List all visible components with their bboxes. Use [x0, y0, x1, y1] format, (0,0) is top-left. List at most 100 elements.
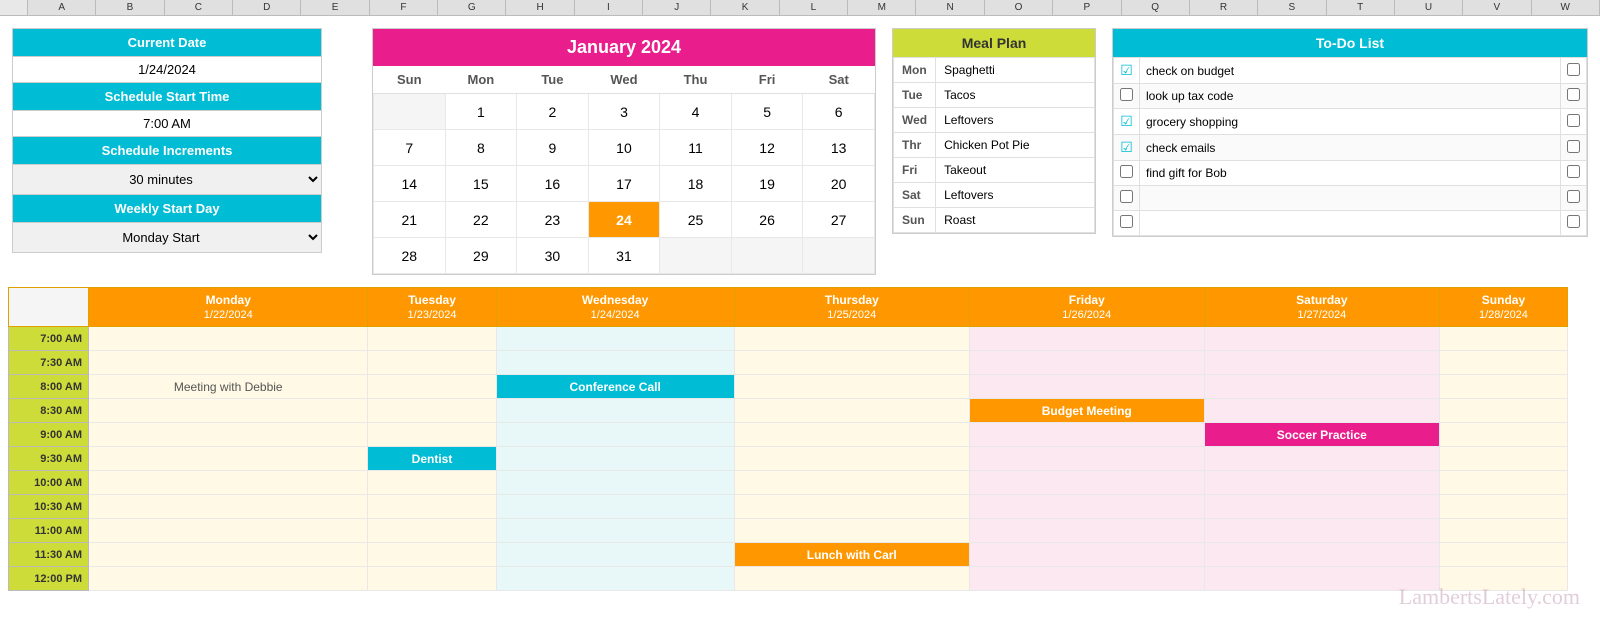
- todo-checkbox[interactable]: [1120, 190, 1133, 203]
- schedule-time-row: 8:30 AMBudget Meeting: [9, 399, 1568, 423]
- todo-right-check[interactable]: [1561, 135, 1587, 161]
- schedule-event-cell: [969, 423, 1204, 447]
- meal-row: MonSpaghetti: [894, 58, 1095, 83]
- todo-right-check[interactable]: [1561, 84, 1587, 109]
- schedule-event-cell: [89, 543, 368, 567]
- todo-box: To-Do List ☑check on budgetlook up tax c…: [1112, 28, 1588, 237]
- col-header-K: K: [711, 0, 779, 15]
- todo-right-checkbox[interactable]: [1567, 63, 1580, 76]
- schedule-event-cell: [1439, 327, 1567, 351]
- todo-left-check[interactable]: ☑: [1114, 109, 1140, 135]
- increments-select[interactable]: 15 minutes 30 minutes 60 minutes: [13, 165, 321, 194]
- meal-row: TueTacos: [894, 83, 1095, 108]
- col-header-Q: Q: [1122, 0, 1190, 15]
- calendar-day-cell: 16: [517, 166, 589, 202]
- todo-left-check[interactable]: [1114, 186, 1140, 211]
- calendar-day-cell: 24: [588, 202, 660, 238]
- schedule-event-cell: [368, 351, 496, 375]
- todo-left-check[interactable]: [1114, 161, 1140, 186]
- calendar-day-cell: 21: [374, 202, 446, 238]
- todo-right-check[interactable]: [1561, 109, 1587, 135]
- meal-header: Meal Plan: [893, 29, 1095, 57]
- todo-right-check[interactable]: [1561, 161, 1587, 186]
- todo-right-checkbox[interactable]: [1567, 215, 1580, 228]
- schedule-event-cell: [368, 327, 496, 351]
- schedule-day-header: Monday1/22/2024: [89, 288, 368, 327]
- todo-left-check[interactable]: ☑: [1114, 135, 1140, 161]
- cal-header-sat: Sat: [803, 66, 875, 94]
- schedule-event-cell: [496, 519, 734, 543]
- schedule-time-label: 10:00 AM: [9, 471, 89, 495]
- cal-header-wed: Wed: [588, 66, 660, 94]
- calendar-box: January 2024 Sun Mon Tue Wed Thu Fri: [372, 28, 876, 275]
- todo-text: check emails: [1140, 135, 1561, 161]
- schedule-event-cell: [89, 399, 368, 423]
- meal-day: Wed: [894, 108, 936, 133]
- todo-right-checkbox[interactable]: [1567, 190, 1580, 203]
- todo-right-checkbox[interactable]: [1567, 114, 1580, 127]
- meal-name: Roast: [936, 208, 1095, 233]
- weekly-start-select[interactable]: Monday Start Sunday Start: [13, 223, 321, 252]
- schedule-event-cell: [969, 495, 1204, 519]
- increments-header: Schedule Increments: [13, 136, 321, 164]
- schedule-event-cell: [89, 423, 368, 447]
- todo-checkbox[interactable]: [1120, 165, 1133, 178]
- todo-right-checkbox[interactable]: [1567, 88, 1580, 101]
- schedule-event-cell: [734, 447, 969, 471]
- schedule-event-cell: [969, 471, 1204, 495]
- schedule-event-cell: [89, 519, 368, 543]
- meal-table: MonSpaghettiTueTacosWedLeftoversThrChick…: [893, 57, 1095, 233]
- meal-box: Meal Plan MonSpaghettiTueTacosWedLeftove…: [892, 28, 1096, 234]
- todo-right-checkbox[interactable]: [1567, 140, 1580, 153]
- schedule-event-cell: [1439, 423, 1567, 447]
- schedule-event-cell: [1204, 375, 1439, 399]
- meal-row: ThrChicken Pot Pie: [894, 133, 1095, 158]
- schedule-event-cell: [89, 447, 368, 471]
- increments-dropdown-row[interactable]: 15 minutes 30 minutes 60 minutes: [13, 164, 321, 194]
- todo-text: grocery shopping: [1140, 109, 1561, 135]
- todo-row: ☑check on budget: [1114, 58, 1587, 84]
- calendar-title: January 2024: [373, 29, 875, 66]
- schedule-event-cell: [969, 447, 1204, 471]
- todo-checkbox[interactable]: [1120, 215, 1133, 228]
- weekly-start-dropdown-row[interactable]: Monday Start Sunday Start: [13, 222, 321, 252]
- spreadsheet: ABCDEFGHIJKLMNOPQRSTUVW Current Date 1/2…: [0, 0, 1600, 620]
- calendar-day-cell: 2: [517, 94, 589, 130]
- meal-section: Meal Plan MonSpaghettiTueTacosWedLeftove…: [884, 24, 1104, 279]
- schedule-event-cell: [89, 495, 368, 519]
- todo-right-checkbox[interactable]: [1567, 165, 1580, 178]
- schedule-day-header: Sunday1/28/2024: [1439, 288, 1567, 327]
- calendar-day-cell: 17: [588, 166, 660, 202]
- todo-row: [1114, 211, 1587, 236]
- todo-right-check[interactable]: [1561, 58, 1587, 84]
- schedule-time-row: 11:00 AM: [9, 519, 1568, 543]
- schedule-time-label: 7:30 AM: [9, 351, 89, 375]
- col-header-U: U: [1395, 0, 1463, 15]
- todo-right-check[interactable]: [1561, 186, 1587, 211]
- col-header-P: P: [1053, 0, 1121, 15]
- schedule-time-label: 8:00 AM: [9, 375, 89, 399]
- check-mark-icon: ☑: [1120, 62, 1133, 78]
- col-header-O: O: [985, 0, 1053, 15]
- todo-left-check[interactable]: [1114, 211, 1140, 236]
- schedule-event-cell: [368, 399, 496, 423]
- schedule-event-cell: [89, 567, 368, 591]
- schedule-event-cell: [1439, 519, 1567, 543]
- column-headers: ABCDEFGHIJKLMNOPQRSTUVW: [0, 0, 1600, 16]
- todo-right-check[interactable]: [1561, 211, 1587, 236]
- schedule-event-cell: [969, 327, 1204, 351]
- meal-day: Mon: [894, 58, 936, 83]
- schedule-time-row: 9:30 AMDentist: [9, 447, 1568, 471]
- schedule-event-cell: [496, 471, 734, 495]
- col-header-V: V: [1463, 0, 1531, 15]
- todo-left-check[interactable]: [1114, 84, 1140, 109]
- meal-name: Tacos: [936, 83, 1095, 108]
- schedule-event-cell: [496, 447, 734, 471]
- calendar-day-cell: 29: [445, 238, 517, 274]
- calendar-week-row: 78910111213: [374, 130, 875, 166]
- col-header-A: A: [28, 0, 96, 15]
- cal-header-thu: Thu: [660, 66, 732, 94]
- todo-left-check[interactable]: ☑: [1114, 58, 1140, 84]
- todo-checkbox[interactable]: [1120, 88, 1133, 101]
- schedule-event-cell: [734, 375, 969, 399]
